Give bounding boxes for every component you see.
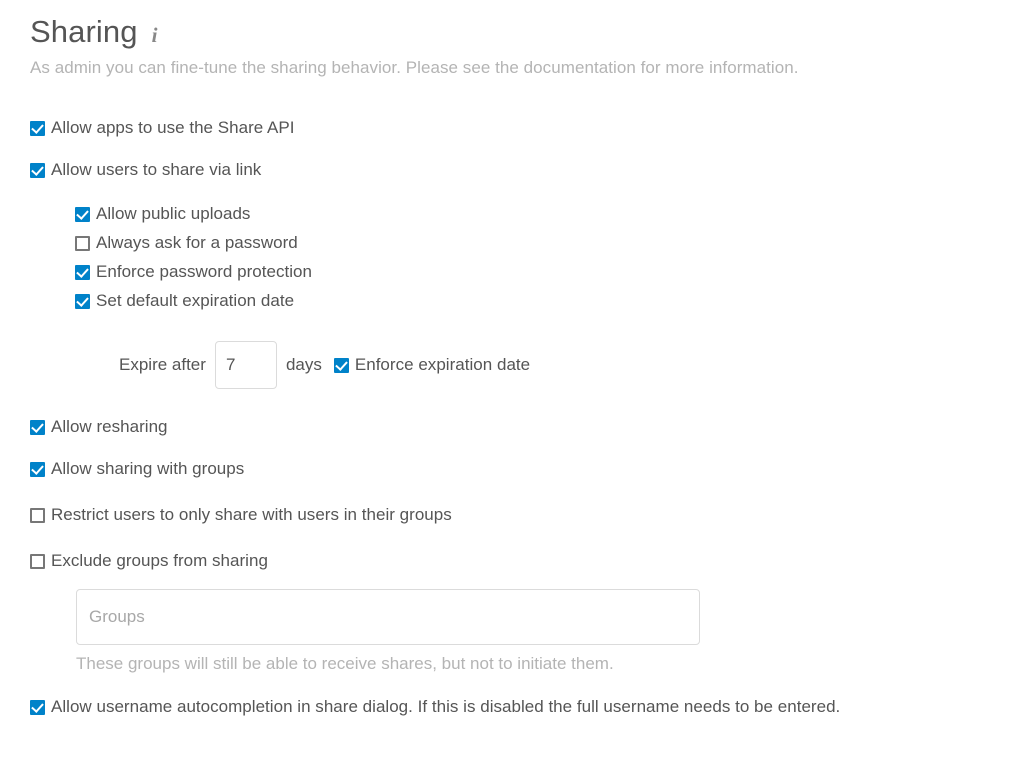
excluded-groups-field-wrap: These groups will still be able to recei…: [76, 589, 1020, 675]
label-share-api[interactable]: Allow apps to use the Share API: [51, 118, 295, 138]
label-resharing[interactable]: Allow resharing: [51, 417, 168, 437]
option-row-share-api[interactable]: Allow apps to use the Share API: [30, 118, 1020, 138]
label-username-autocomplete[interactable]: Allow username autocompletion in share d…: [51, 697, 840, 717]
label-always-ask-password[interactable]: Always ask for a password: [96, 233, 298, 253]
option-row-share-with-groups[interactable]: Allow sharing with groups: [30, 459, 1020, 479]
groups-input[interactable]: [76, 589, 700, 645]
page-subtitle: As admin you can fine-tune the sharing b…: [30, 58, 799, 77]
checkbox-exclude-groups[interactable]: [30, 553, 45, 569]
option-row-exclude-groups[interactable]: Exclude groups from sharing: [30, 551, 1020, 571]
checkbox-default-expiration[interactable]: [75, 293, 90, 309]
option-row-default-expiration[interactable]: Set default expiration date: [75, 291, 1020, 311]
label-enforce-expiration[interactable]: Enforce expiration date: [355, 355, 530, 375]
sharing-settings-section: Sharing i As admin you can fine-tune the…: [0, 0, 1020, 717]
option-row-enforce-password[interactable]: Enforce password protection: [75, 262, 1020, 282]
label-public-uploads[interactable]: Allow public uploads: [96, 204, 250, 224]
checkbox-share-with-groups[interactable]: [30, 461, 45, 477]
option-row-resharing[interactable]: Allow resharing: [30, 417, 1020, 437]
checkbox-enforce-password[interactable]: [75, 264, 90, 280]
checkbox-enforce-expiration[interactable]: [333, 357, 349, 373]
info-icon[interactable]: i: [152, 23, 158, 47]
checkbox-share-via-link[interactable]: [30, 162, 45, 178]
expire-days-label: days: [285, 355, 322, 374]
label-default-expiration[interactable]: Set default expiration date: [96, 291, 294, 311]
option-row-share-via-link[interactable]: Allow users to share via link: [30, 160, 1020, 180]
checkbox-public-uploads[interactable]: [75, 206, 90, 222]
checkbox-share-api[interactable]: [30, 120, 45, 136]
option-row-always-ask-password[interactable]: Always ask for a password: [75, 233, 1020, 253]
checkbox-resharing[interactable]: [30, 419, 45, 435]
expire-days-input[interactable]: [214, 341, 277, 389]
label-share-via-link[interactable]: Allow users to share via link: [51, 160, 261, 180]
checkbox-restrict-to-own-groups[interactable]: [30, 507, 45, 523]
label-exclude-groups[interactable]: Exclude groups from sharing: [51, 551, 268, 571]
checkbox-always-ask-password[interactable]: [75, 235, 90, 251]
expire-after-label: Expire after: [119, 355, 206, 374]
page-title: Sharing: [30, 14, 138, 49]
expiration-settings-row: Expire after days Enforce expiration dat…: [119, 341, 1020, 389]
option-row-username-autocomplete[interactable]: Allow username autocompletion in share d…: [30, 697, 1020, 717]
option-row-public-uploads[interactable]: Allow public uploads: [75, 204, 1020, 224]
label-restrict-to-own-groups[interactable]: Restrict users to only share with users …: [51, 505, 452, 525]
groups-hint-text: These groups will still be able to recei…: [76, 654, 614, 673]
label-share-with-groups[interactable]: Allow sharing with groups: [51, 459, 244, 479]
option-row-restrict-to-own-groups[interactable]: Restrict users to only share with users …: [30, 505, 1020, 525]
checkbox-username-autocomplete[interactable]: [30, 699, 45, 715]
page-header: Sharing i: [30, 14, 1020, 50]
label-enforce-password[interactable]: Enforce password protection: [96, 262, 312, 282]
